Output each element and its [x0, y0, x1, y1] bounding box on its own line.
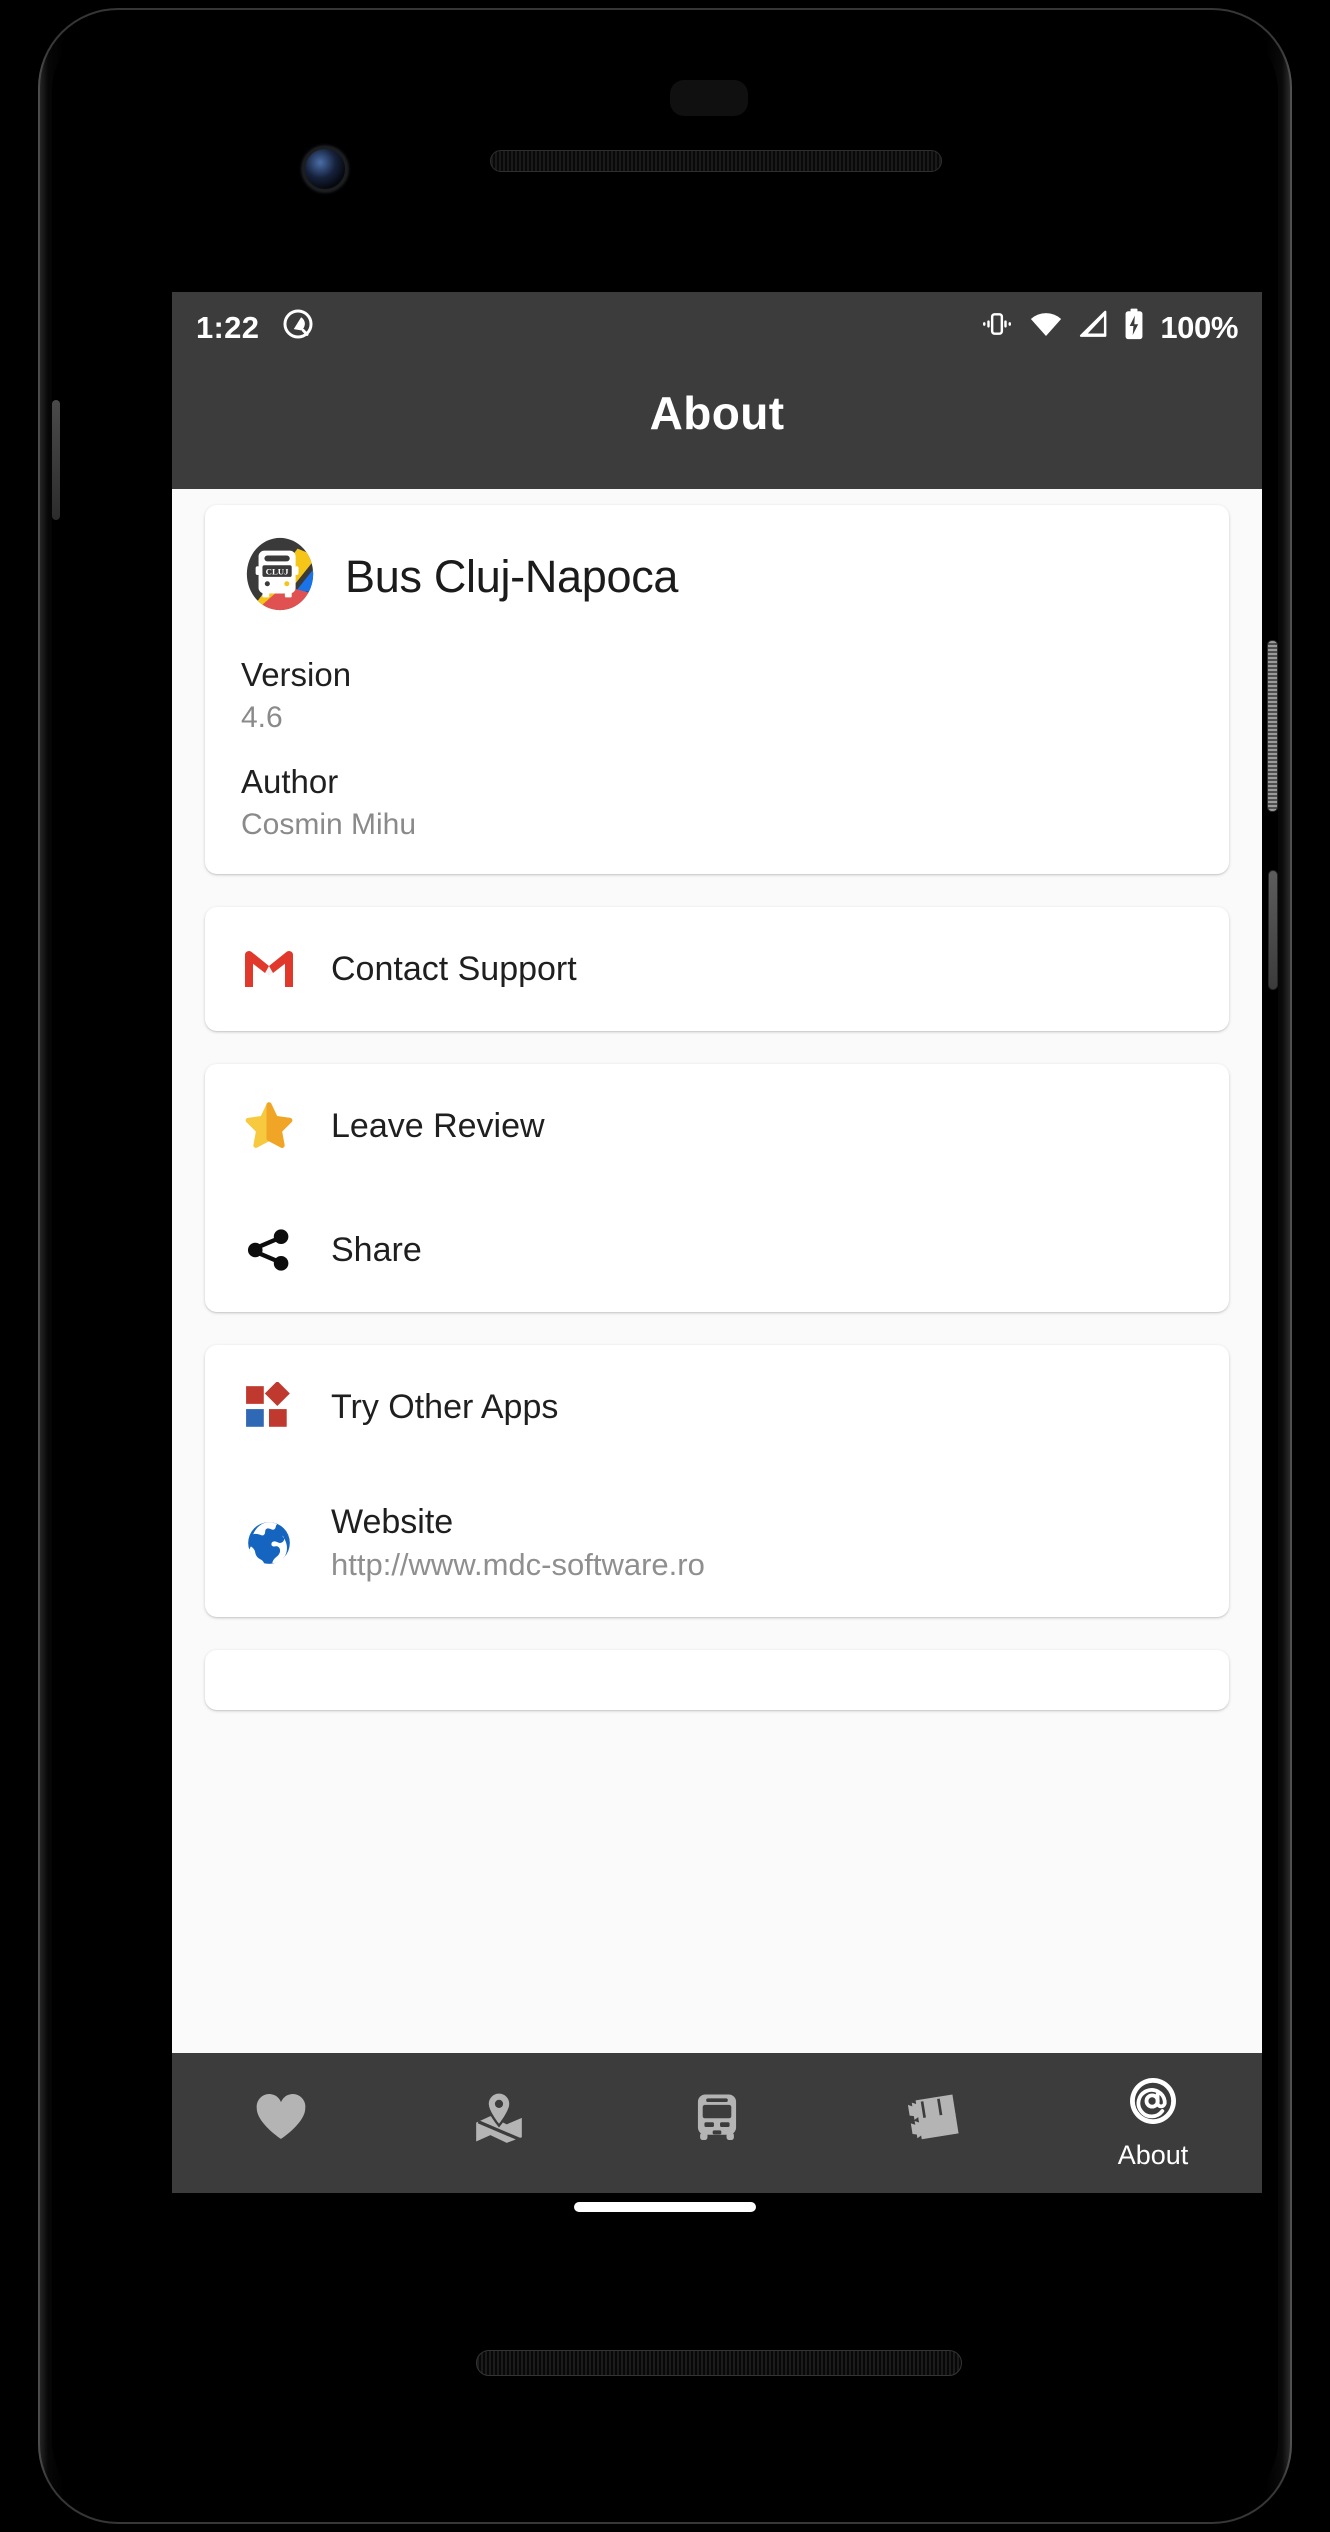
version-value: 4.6: [241, 701, 283, 734]
heart-icon: [253, 2091, 309, 2148]
try-other-apps-row[interactable]: Try Other Apps: [205, 1345, 1229, 1469]
bus-icon: [691, 2091, 743, 2148]
front-camera-icon: [302, 146, 348, 192]
author-value: Cosmin Mihu: [241, 808, 417, 841]
engagement-card: Leave Review Share: [205, 1064, 1229, 1312]
author-row: Author Cosmin Mihu: [205, 763, 1229, 842]
nav-item-about[interactable]: About: [1044, 2053, 1262, 2193]
battery-charging-icon: [1123, 308, 1145, 348]
share-label: Share: [331, 1230, 422, 1269]
contact-support-label: Contact Support: [331, 949, 577, 988]
leave-review-label: Leave Review: [331, 1106, 545, 1145]
wifi-icon: [1029, 310, 1063, 346]
star-icon: [241, 1098, 297, 1154]
author-label: Author: [241, 763, 339, 800]
earpiece-speaker-grille: [490, 150, 942, 172]
power-button[interactable]: [1267, 640, 1278, 812]
battery-percentage: 100%: [1160, 310, 1238, 345]
support-card: Contact Support: [205, 907, 1229, 1031]
status-bar-right: 100%: [980, 308, 1238, 348]
nav-item-map[interactable]: [390, 2053, 608, 2193]
phone-screen: 1:22 100% About CLUJ Bus Cluj-Napoca Ver…: [172, 292, 1262, 2193]
status-bar-left: 1:22: [196, 307, 315, 349]
app-name: Bus Cluj-Napoca: [345, 550, 679, 602]
gesture-navigation-bar[interactable]: [574, 2202, 756, 2212]
status-clock: 1:22: [196, 310, 260, 345]
volume-button[interactable]: [1268, 870, 1278, 990]
at-sign-icon: [1127, 2075, 1179, 2132]
leave-review-text: Leave Review: [331, 1107, 545, 1146]
nav-item-buses[interactable]: [608, 2053, 826, 2193]
bottom-navigation-bar: About: [172, 2053, 1262, 2193]
map-pin-icon: [471, 2090, 527, 2148]
version-label: Version: [241, 656, 352, 693]
share-icon: [241, 1222, 297, 1278]
phone-screen-housing: 1:22 100% About CLUJ Bus Cluj-Napoca Ver…: [52, 20, 1278, 2512]
cellular-signal-icon: [1078, 310, 1108, 346]
do-not-disturb-icon: [281, 307, 315, 349]
proximity-sensor-icon: [670, 80, 748, 116]
contact-support-text: Contact Support: [331, 950, 577, 989]
version-row: Version 4.6: [205, 656, 1229, 735]
other-apps-icon: [241, 1379, 297, 1435]
website-text: Website http://www.mdc-software.ro: [331, 1503, 705, 1583]
contact-support-row[interactable]: Contact Support: [205, 907, 1229, 1031]
app-logo-icon: CLUJ: [241, 535, 319, 618]
try-other-apps-label: Try Other Apps: [331, 1387, 559, 1426]
nav-label-about: About: [1117, 2140, 1189, 2170]
globe-icon: [241, 1515, 297, 1571]
app-bar: About: [172, 364, 1262, 489]
try-other-apps-text: Try Other Apps: [331, 1388, 558, 1427]
nav-item-favorites[interactable]: [172, 2053, 390, 2193]
status-bar: 1:22 100%: [172, 292, 1262, 364]
website-url: http://www.mdc-software.ro: [331, 1547, 705, 1582]
gmail-icon: [241, 941, 297, 997]
svg-text:CLUJ: CLUJ: [266, 567, 290, 577]
app-identity-row: CLUJ Bus Cluj-Napoca: [205, 535, 1229, 618]
share-text: Share: [331, 1231, 422, 1270]
links-card: Try Other Apps Website http://www.mdc-so…: [205, 1345, 1229, 1617]
share-row[interactable]: Share: [205, 1188, 1229, 1312]
nav-item-tickets[interactable]: [826, 2053, 1044, 2193]
sim-tray[interactable]: [52, 400, 60, 520]
bottom-speaker-grille: [476, 2350, 962, 2376]
website-label: Website: [331, 1503, 454, 1541]
website-row[interactable]: Website http://www.mdc-software.ro: [205, 1469, 1229, 1617]
app-info-card: CLUJ Bus Cluj-Napoca Version 4.6 Author …: [205, 505, 1229, 874]
partial-next-card[interactable]: [205, 1650, 1229, 1710]
leave-review-row[interactable]: Leave Review: [205, 1064, 1229, 1188]
ticket-icon: [906, 2091, 964, 2148]
vibrate-icon: [980, 309, 1014, 347]
scroll-content[interactable]: CLUJ Bus Cluj-Napoca Version 4.6 Author …: [172, 489, 1262, 2053]
page-title: About: [649, 387, 785, 439]
